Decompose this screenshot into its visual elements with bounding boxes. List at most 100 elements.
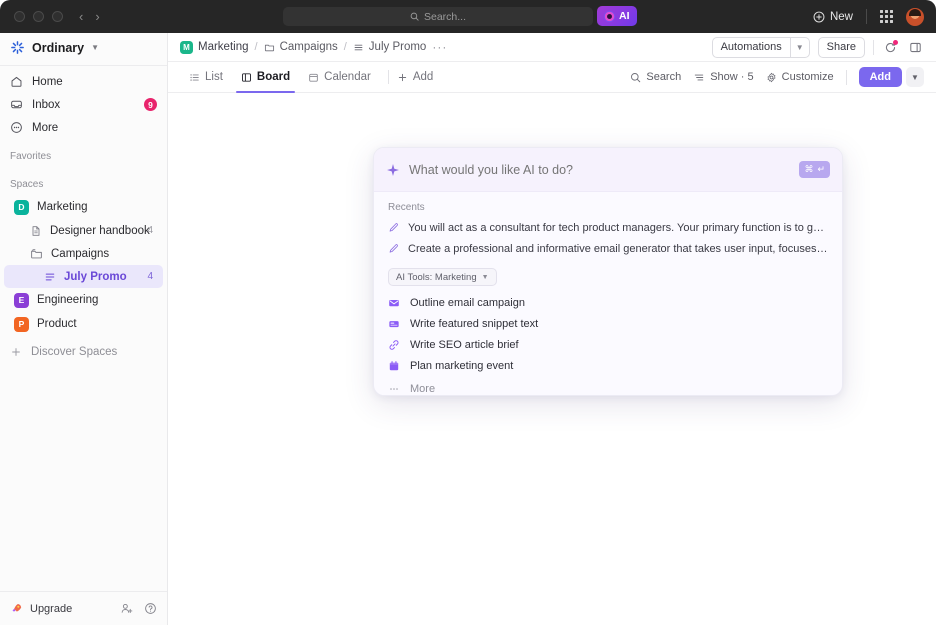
kbd-enter-key: ↵: [817, 164, 825, 175]
sidebar-item-inbox[interactable]: Inbox 9: [0, 93, 167, 116]
workspace-switcher[interactable]: Ordinary ▼: [0, 33, 167, 62]
ai-tool-plan-marketing-event[interactable]: Plan marketing event: [374, 355, 842, 376]
designer-handbook-count: 4: [147, 225, 153, 236]
share-button[interactable]: Share: [818, 37, 865, 58]
search-icon: [630, 72, 641, 83]
sidebar: Ordinary ▼ Home Inbox 9 Mo: [0, 33, 168, 625]
sidebar-space-product[interactable]: P Product: [4, 312, 163, 336]
sidebar-item-more-label: More: [32, 122, 58, 134]
minimize-window-button[interactable]: [33, 11, 44, 22]
chevron-down-icon: ▼: [91, 43, 99, 52]
workspace-logo-icon: [10, 40, 25, 55]
tab-list[interactable]: List: [180, 62, 232, 93]
breadcrumb-bar: M Marketing / Campaigns /: [168, 33, 936, 62]
tab-calendar[interactable]: Calendar: [299, 62, 380, 93]
chevron-down-icon[interactable]: ▼: [791, 43, 809, 52]
sidebar-footer: Upgrade: [0, 591, 167, 625]
tab-board-label: Board: [257, 71, 290, 83]
sidebar-space-product-label: Product: [37, 318, 77, 330]
sidebar-space-marketing[interactable]: D Marketing: [4, 195, 163, 219]
sidebar-space-engineering[interactable]: E Engineering: [4, 288, 163, 312]
ai-tool-write-featured-snippet-text[interactable]: Write featured snippet text: [374, 313, 842, 334]
customize-button[interactable]: Customize: [766, 71, 834, 83]
user-avatar[interactable]: [906, 8, 924, 26]
ai-tool-write-seo-article-brief[interactable]: Write SEO article brief: [374, 334, 842, 355]
viewbar-right-divider: [846, 70, 847, 85]
breadcrumb-item-marketing-label: Marketing: [198, 41, 249, 53]
breadcrumb-item-campaigns-label: Campaigns: [280, 41, 338, 53]
breadcrumb-space-avatar: M: [180, 41, 193, 54]
viewbar-divider: [388, 70, 389, 84]
breadcrumb-item-campaigns[interactable]: Campaigns: [264, 41, 338, 53]
ai-tools-more-button[interactable]: More: [374, 378, 842, 396]
july-promo-count: 4: [147, 271, 153, 282]
chevron-down-icon: ▼: [482, 274, 489, 281]
recent-prompt-item[interactable]: Create a professional and informative em…: [374, 238, 842, 259]
inbox-unread-badge: 9: [144, 98, 157, 111]
toggle-panel-button[interactable]: [907, 39, 924, 56]
sidebar-item-designer-handbook[interactable]: Designer handbook 4: [4, 219, 163, 242]
ai-tool-outline-email-campaign[interactable]: Outline email campaign: [374, 292, 842, 313]
new-button[interactable]: New: [813, 11, 853, 23]
workspace-name: Ordinary: [32, 41, 84, 55]
inbox-icon: [10, 98, 23, 111]
forward-icon[interactable]: ›: [95, 10, 99, 23]
add-task-caret-button[interactable]: ▼: [906, 67, 924, 87]
sidebar-item-july-promo-label: July Promo: [64, 271, 127, 283]
ai-prompt-input[interactable]: [409, 163, 790, 177]
sidebar-item-more[interactable]: More: [0, 116, 167, 139]
sidebar-item-home[interactable]: Home: [0, 70, 167, 93]
sidebar-item-designer-handbook-label: Designer handbook: [50, 225, 150, 237]
upgrade-rocket-icon: [10, 602, 23, 615]
submit-shortcut-badge[interactable]: ⌘ ↵: [799, 161, 830, 178]
titlebar-divider: [866, 9, 867, 24]
tab-board[interactable]: Board: [232, 62, 299, 93]
sidebar-item-july-promo[interactable]: July Promo 4: [4, 265, 163, 288]
sidebar-item-campaigns[interactable]: Campaigns: [4, 242, 163, 265]
recent-prompt-text: You will act as a consultant for tech pr…: [408, 222, 828, 234]
add-view-button[interactable]: Add: [397, 71, 433, 83]
sidebar-item-campaigns-label: Campaigns: [51, 248, 109, 260]
new-button-label: New: [830, 11, 853, 23]
calendar-icon: [308, 72, 319, 83]
list-icon: [44, 271, 56, 283]
global-search-bar[interactable]: Search...: [283, 7, 593, 26]
back-icon[interactable]: ‹: [79, 10, 83, 23]
toolbar-divider: [873, 40, 874, 55]
upgrade-label: Upgrade: [30, 603, 72, 615]
app-window: ‹ › Search... AI New: [0, 0, 936, 625]
space-avatar-marketing: D: [14, 200, 29, 215]
view-tab-bar: List Board Calendar: [168, 62, 936, 93]
recents-section-label: Recents: [374, 200, 842, 217]
mail-icon: [388, 297, 400, 309]
breadcrumb-item-july-promo[interactable]: July Promo: [353, 41, 427, 53]
help-icon[interactable]: [144, 602, 157, 615]
discover-spaces-button[interactable]: Discover Spaces: [0, 340, 167, 364]
apps-grid-icon[interactable]: [880, 10, 893, 23]
snippet-icon: [388, 318, 400, 330]
breadcrumb-item-july-promo-label: July Promo: [369, 41, 427, 53]
filter-sliders-icon: [693, 72, 705, 83]
automations-button[interactable]: Automations ▼: [712, 37, 810, 58]
sidebar-space-engineering-label: Engineering: [37, 294, 98, 306]
plus-icon: [10, 346, 22, 358]
sidebar-divider: [0, 65, 167, 66]
close-window-button[interactable]: [14, 11, 25, 22]
add-task-button[interactable]: Add: [859, 67, 902, 87]
breadcrumb-item-marketing[interactable]: M Marketing: [180, 41, 249, 54]
ai-tools-filter-chip[interactable]: AI Tools: Marketing ▼: [388, 268, 497, 286]
recent-prompt-item[interactable]: You will act as a consultant for tech pr…: [374, 217, 842, 238]
invite-user-icon[interactable]: [120, 602, 133, 615]
window-traffic-lights[interactable]: [14, 11, 63, 22]
ai-tool-label: Outline email campaign: [410, 297, 525, 309]
show-button[interactable]: Show · 5: [693, 71, 753, 83]
notifications-button[interactable]: [882, 39, 899, 56]
board-search-button[interactable]: Search: [630, 71, 681, 83]
ai-button[interactable]: AI: [597, 6, 637, 26]
maximize-window-button[interactable]: [52, 11, 63, 22]
browser-nav-buttons[interactable]: ‹ ›: [79, 10, 100, 23]
show-label: Show · 5: [710, 71, 753, 83]
breadcrumb-overflow-icon[interactable]: ···: [432, 40, 447, 54]
favorites-section-label: Favorites: [0, 145, 167, 167]
gear-icon: [766, 72, 777, 83]
